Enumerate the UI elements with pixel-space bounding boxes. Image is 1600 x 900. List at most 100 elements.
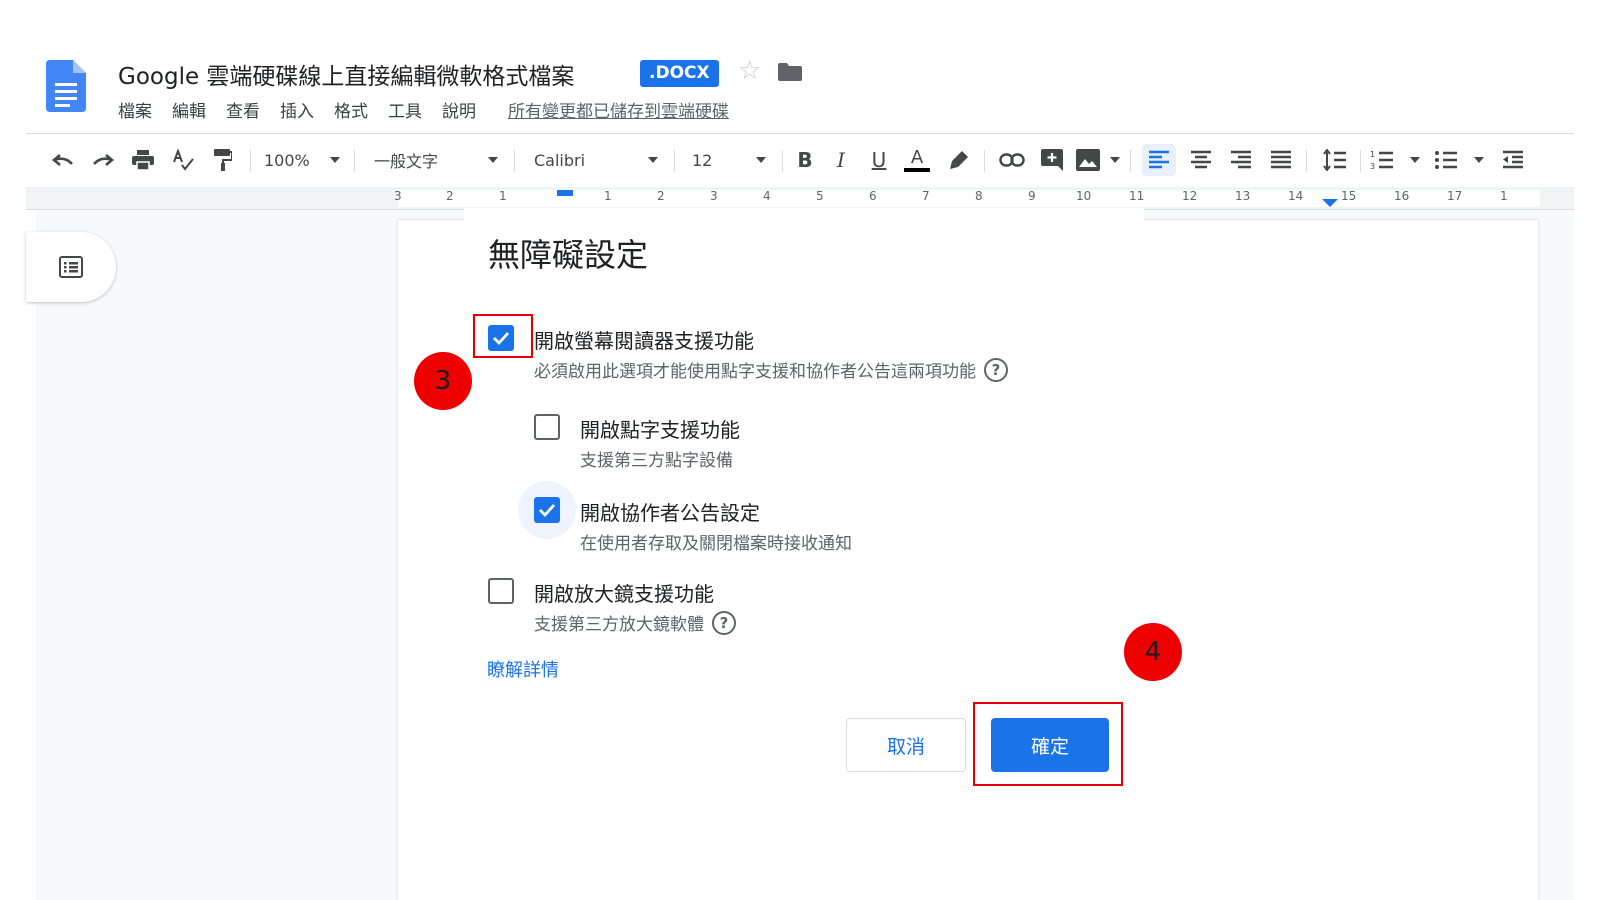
svg-text:1: 1: [1370, 150, 1375, 159]
ruler-label: 17: [1447, 189, 1463, 203]
learn-more-link[interactable]: 瞭解詳情: [487, 656, 559, 682]
font-family-select[interactable]: Calibri: [534, 144, 664, 176]
align-right-icon: [1231, 150, 1251, 169]
ruler-label: 8: [975, 189, 983, 203]
numbered-list-icon: 13: [1370, 150, 1393, 171]
ruler-label: 1: [1500, 189, 1508, 203]
docx-format-badge: .DOCX: [640, 60, 719, 87]
toolbar-separator: [1360, 150, 1361, 172]
vertical-ruler: [26, 211, 36, 900]
collaborator-announcements-description: 在使用者存取及關閉檔案時接收通知: [580, 534, 852, 554]
menu-file[interactable]: 檔案: [118, 100, 152, 124]
add-comment-icon[interactable]: [1036, 144, 1068, 176]
braille-label[interactable]: 開啟點字支援功能: [580, 414, 740, 443]
justify-button[interactable]: [1264, 144, 1298, 176]
italic-button[interactable]: I: [826, 144, 856, 176]
ruler-label: 1: [604, 189, 612, 203]
menu-tools[interactable]: 工具: [388, 100, 422, 124]
chevron-down-icon: [1110, 157, 1120, 163]
menu-format[interactable]: 格式: [334, 100, 368, 124]
chevron-down-icon: [1474, 157, 1484, 163]
chevron-down-icon: [1410, 157, 1420, 163]
font-size-select[interactable]: 12: [692, 144, 772, 176]
paragraph-style-select[interactable]: 一般文字: [374, 144, 504, 176]
toolbar-separator: [354, 150, 355, 172]
header-divider: [26, 133, 1574, 134]
justify-icon: [1271, 150, 1291, 169]
ruler-label: 7: [922, 189, 930, 203]
ruler-label: 3: [710, 189, 718, 203]
chevron-down-icon: [648, 157, 658, 163]
ruler-label: 5: [816, 189, 824, 203]
left-indent-marker[interactable]: [557, 190, 573, 196]
docs-app: Google 雲端硬碟線上直接編輯微軟格式檔案 .DOCX ☆ 檔案 編輯 查看…: [0, 0, 1600, 900]
zoom-select[interactable]: 100%: [264, 144, 344, 176]
ruler-label: 2: [446, 189, 454, 203]
screen-reader-label[interactable]: 開啟螢幕閱讀器支援功能: [534, 325, 754, 354]
magnifier-label[interactable]: 開啟放大鏡支援功能: [534, 578, 714, 607]
braille-description: 支援第三方點字設備: [580, 451, 733, 471]
menu-insert[interactable]: 插入: [280, 100, 314, 124]
screen-reader-description: 必須啟用此選項才能使用點字支援和協作者公告這兩項功能 ?: [534, 357, 1008, 382]
toolbar-separator: [782, 150, 783, 172]
menu-edit[interactable]: 編輯: [172, 100, 206, 124]
help-icon[interactable]: ?: [712, 610, 736, 635]
save-status-link[interactable]: 所有變更都已儲存到雲端硬碟: [508, 100, 729, 124]
bold-button[interactable]: B: [790, 144, 820, 176]
toolbar-separator: [674, 150, 675, 172]
ruler-label: 15: [1341, 189, 1357, 203]
image-icon: [1076, 149, 1100, 171]
text-color-button[interactable]: A: [902, 144, 932, 176]
numbered-list-button[interactable]: 13: [1370, 144, 1426, 176]
star-icon[interactable]: ☆: [738, 56, 761, 86]
horizontal-ruler[interactable]: 3 2 1 1 2 3 4 5 6 7 8 9 10 11 12 13 14 1…: [26, 187, 1574, 210]
collaborator-announcements-label[interactable]: 開啟協作者公告設定: [580, 497, 760, 526]
cancel-button[interactable]: 取消: [846, 718, 966, 772]
annotation-highlight-box: [473, 314, 533, 358]
link-icon[interactable]: [996, 144, 1028, 176]
magnifier-description: 支援第三方放大鏡軟體 ?: [534, 610, 736, 635]
document-outline-button[interactable]: [26, 232, 116, 302]
collaborator-announcements-checkbox[interactable]: [534, 497, 560, 523]
print-icon[interactable]: [128, 144, 158, 176]
underline-button[interactable]: U: [864, 144, 894, 176]
undo-icon[interactable]: [48, 144, 78, 176]
align-center-icon: [1191, 150, 1211, 169]
paint-format-icon[interactable]: [208, 144, 238, 176]
menu-help[interactable]: 說明: [442, 100, 476, 124]
ruler-label: 3: [394, 189, 402, 203]
align-center-button[interactable]: [1184, 144, 1218, 176]
chevron-down-icon: [330, 157, 340, 163]
bulleted-list-icon: [1435, 151, 1457, 169]
folder-icon[interactable]: [778, 63, 802, 81]
menu-bar: 檔案 編輯 查看 插入 格式 工具 說明 所有變更都已儲存到雲端硬碟: [118, 100, 729, 124]
menu-view[interactable]: 查看: [226, 100, 260, 124]
document-title[interactable]: Google 雲端硬碟線上直接編輯微軟格式檔案: [118, 57, 574, 91]
align-right-button[interactable]: [1224, 144, 1258, 176]
ruler-label: 1: [499, 189, 507, 203]
align-left-button[interactable]: [1142, 144, 1176, 176]
help-icon[interactable]: ?: [984, 357, 1008, 382]
chevron-down-icon: [756, 157, 766, 163]
docs-logo-icon[interactable]: [46, 60, 86, 112]
screen-reader-description-text: 必須啟用此選項才能使用點字支援和協作者公告這兩項功能: [534, 362, 976, 382]
ruler-label: 10: [1076, 189, 1092, 203]
right-indent-marker[interactable]: [1322, 199, 1338, 207]
ruler-label: 2: [657, 189, 665, 203]
bulleted-list-button[interactable]: [1434, 144, 1490, 176]
line-spacing-icon[interactable]: [1318, 144, 1352, 176]
toolbar-separator: [514, 150, 515, 172]
braille-checkbox[interactable]: [534, 414, 560, 440]
decrease-indent-icon[interactable]: [1496, 144, 1530, 176]
align-left-icon: [1149, 150, 1169, 169]
ruler-label: 14: [1288, 189, 1304, 203]
toolbar-separator: [1130, 150, 1131, 172]
highlight-pen-icon[interactable]: [944, 144, 974, 176]
ruler-label: 11: [1129, 189, 1145, 203]
ruler-label: 12: [1182, 189, 1198, 203]
magnifier-checkbox[interactable]: [488, 578, 514, 604]
ruler-label: 6: [869, 189, 877, 203]
redo-icon[interactable]: [88, 144, 118, 176]
spellcheck-icon[interactable]: [168, 144, 198, 176]
insert-image-button[interactable]: [1076, 144, 1120, 176]
